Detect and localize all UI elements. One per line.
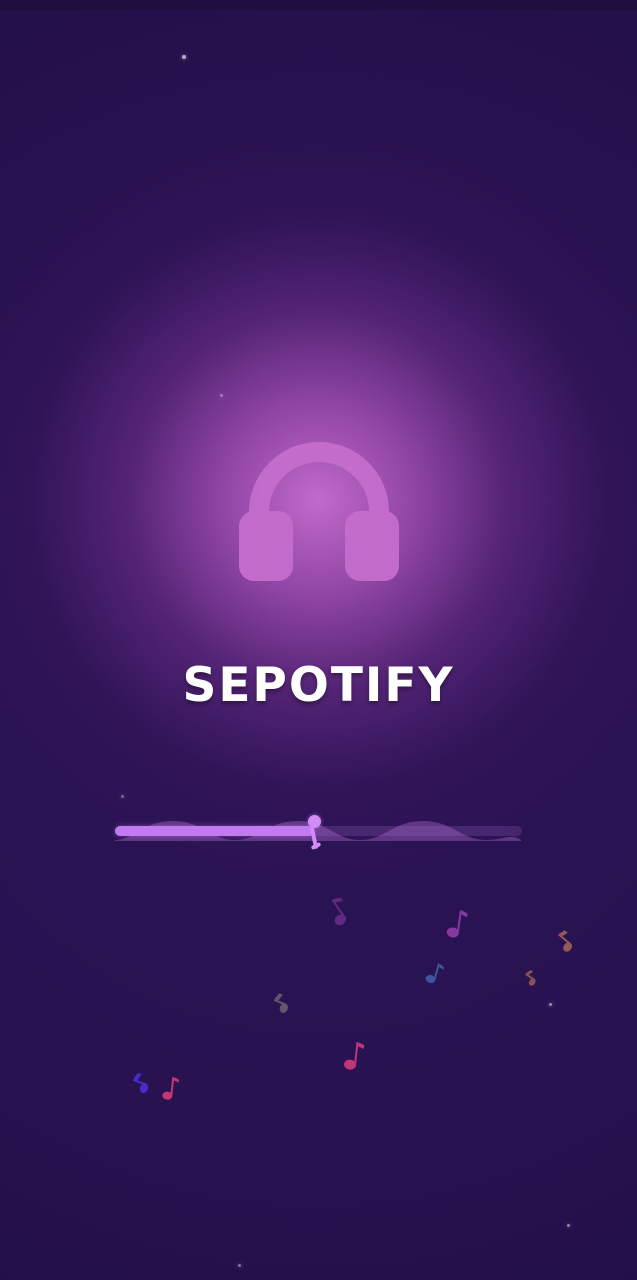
sparkle-dot: [182, 55, 186, 59]
music-note-icon: [273, 993, 288, 1014]
splash-screen: SEPOTIFY: [0, 0, 637, 1280]
headphones-icon: [239, 442, 399, 581]
progress-fill: [115, 826, 314, 836]
music-note-icon: [162, 1077, 180, 1100]
music-note-icon: [425, 963, 445, 984]
app-title: SEPOTIFY: [182, 658, 455, 713]
sparkle-dot: [220, 394, 223, 397]
music-note-icon: [446, 910, 468, 938]
background-vignette: [0, 0, 637, 1280]
sparkle-dot: [238, 1264, 241, 1267]
music-note-icon: [132, 1073, 149, 1093]
music-note-icon: [525, 970, 536, 986]
loading-progress: [115, 807, 525, 855]
progress-knob: [308, 815, 321, 828]
music-note-icon: [558, 930, 573, 952]
music-note-icon: [331, 897, 347, 926]
sparkle-dot: [549, 1003, 552, 1006]
sparkle-dot: [121, 795, 124, 798]
sparkle-dot: [567, 1224, 570, 1227]
music-note-icon: [344, 1042, 365, 1070]
